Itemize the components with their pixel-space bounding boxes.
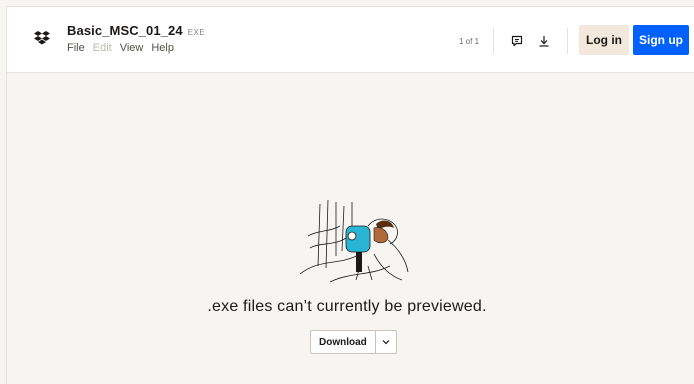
- menu-edit: Edit: [92, 42, 112, 54]
- file-title: Basic_MSC_01_24 EXE: [67, 23, 205, 38]
- comment-icon: [511, 35, 523, 47]
- menu-file[interactable]: File: [67, 42, 85, 54]
- comment-button[interactable]: [507, 31, 527, 51]
- divider: [493, 28, 494, 54]
- file-name: Basic_MSC_01_24: [67, 23, 183, 38]
- download-split-button: Download: [310, 330, 397, 354]
- app-frame: Basic_MSC_01_24 EXE File Edit View Help …: [6, 6, 694, 384]
- file-extension-badge: EXE: [187, 28, 206, 37]
- login-button[interactable]: Log in: [579, 25, 629, 55]
- download-options-button[interactable]: [375, 330, 397, 354]
- divider: [567, 28, 568, 54]
- download-button[interactable]: Download: [310, 330, 376, 354]
- preview-unavailable-illustration: [299, 199, 409, 283]
- dropbox-logo-icon[interactable]: [34, 31, 50, 45]
- preview-message: .exe files can’t currently be previewed.: [207, 298, 487, 315]
- menu-bar: File Edit View Help: [67, 42, 174, 54]
- download-icon: [539, 36, 549, 47]
- menu-view[interactable]: View: [120, 42, 144, 54]
- page-counter: 1 of 1: [459, 37, 480, 46]
- menu-help[interactable]: Help: [151, 42, 174, 54]
- download-header-button[interactable]: [534, 31, 554, 51]
- signup-button[interactable]: Sign up: [633, 25, 689, 55]
- header-bar: Basic_MSC_01_24 EXE File Edit View Help …: [7, 7, 694, 73]
- chevron-down-icon: [382, 340, 390, 345]
